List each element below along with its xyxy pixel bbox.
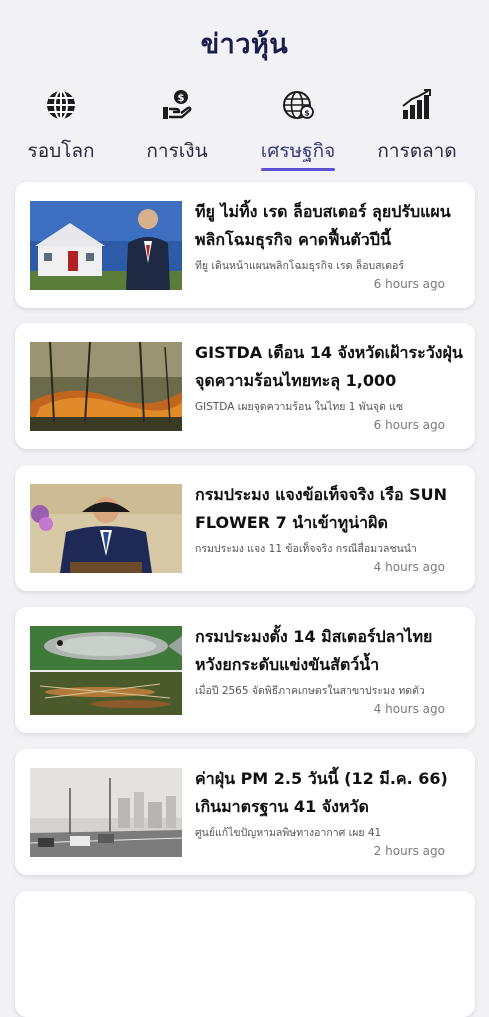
news-summary: ทียู เดินหน้าแผนพลิกโฉมธุรกิจ เรด ล็อบสเ… — [195, 260, 404, 272]
tab-marketing[interactable]: การตลาด — [356, 84, 478, 176]
news-timestamp: 4 hours ago — [373, 560, 445, 574]
news-title: ค่าฝุ่น PM 2.5 วันนี้ (12 มี.ค. 66) เกิน… — [195, 769, 448, 816]
news-timestamp: 6 hours ago — [373, 418, 445, 432]
svg-text:$: $ — [304, 109, 310, 118]
news-timestamp: 2 hours ago — [373, 844, 445, 858]
category-tabs: รอบโลก $ การเงิน $ เศรษฐกิจ การตลาด — [0, 84, 489, 176]
tab-label: เศรษฐกิจ — [260, 140, 336, 162]
page-title: ข่าวหุ้น — [200, 29, 289, 60]
news-thumbnail — [30, 768, 182, 857]
news-thumbnail — [30, 484, 182, 573]
news-thumbnail — [30, 626, 182, 715]
news-card[interactable]: ค่าฝุ่น PM 2.5 วันนี้ (12 มี.ค. 66) เกิน… — [15, 749, 475, 875]
tab-world[interactable]: รอบโลก — [0, 84, 122, 176]
news-summary: ศูนย์แก้ไขปัญหามลพิษทางอากาศ เผย 41 — [195, 827, 382, 839]
tab-label: รอบโลก — [27, 140, 95, 162]
tab-label: การเงิน — [146, 140, 208, 162]
news-summary: GISTDA เผยจุดความร้อน ในไทย 1 พันจุด แซ — [195, 401, 404, 413]
globe-icon — [47, 90, 75, 120]
economy-globe-icon: $ — [283, 91, 314, 119]
news-card[interactable]: ทียู ไม่ทิ้ง เรด ล็อบสเตอร์ ลุยปรับแผนพล… — [15, 182, 475, 308]
news-title: GISTDA เตือน 14 จังหวัดเฝ้าระวังฝุ่น จุด… — [195, 343, 463, 390]
news-card[interactable]: กรมประมงตั้ง 14 มิสเตอร์ปลาไทย หวังยกระด… — [15, 607, 475, 733]
news-thumbnail — [30, 342, 182, 431]
news-thumbnail — [30, 201, 182, 290]
news-summary: เมื่อปี 2565 จัดพิธีภาคเกษตรในสาขาประมง … — [195, 685, 425, 697]
news-title: ทียู ไม่ทิ้ง เรด ล็อบสเตอร์ ลุยปรับแผนพล… — [195, 202, 451, 249]
tab-label: การตลาด — [377, 140, 457, 162]
active-tab-indicator — [261, 168, 335, 171]
tab-finance[interactable]: $ การเงิน — [116, 84, 238, 176]
tab-economy[interactable]: $ เศรษฐกิจ — [237, 84, 359, 176]
money-hand-icon: $ — [163, 90, 192, 119]
bar-chart-icon — [402, 89, 431, 119]
news-card[interactable] — [15, 891, 475, 1017]
news-summary: กรมประมง แจง 11 ข้อเท็จจริง กรณีสื่อมวลช… — [195, 543, 417, 555]
news-card[interactable]: กรมประมง แจงข้อเท็จจริง เรือ SUN FLOWER … — [15, 465, 475, 591]
news-title: กรมประมง แจงข้อเท็จจริง เรือ SUN FLOWER … — [195, 485, 448, 532]
news-card[interactable]: GISTDA เตือน 14 จังหวัดเฝ้าระวังฝุ่น จุด… — [15, 323, 475, 449]
svg-text:$: $ — [178, 93, 185, 104]
news-timestamp: 4 hours ago — [373, 702, 445, 716]
news-timestamp: 6 hours ago — [373, 277, 445, 291]
news-title: กรมประมงตั้ง 14 มิสเตอร์ปลาไทย หวังยกระด… — [195, 627, 433, 674]
